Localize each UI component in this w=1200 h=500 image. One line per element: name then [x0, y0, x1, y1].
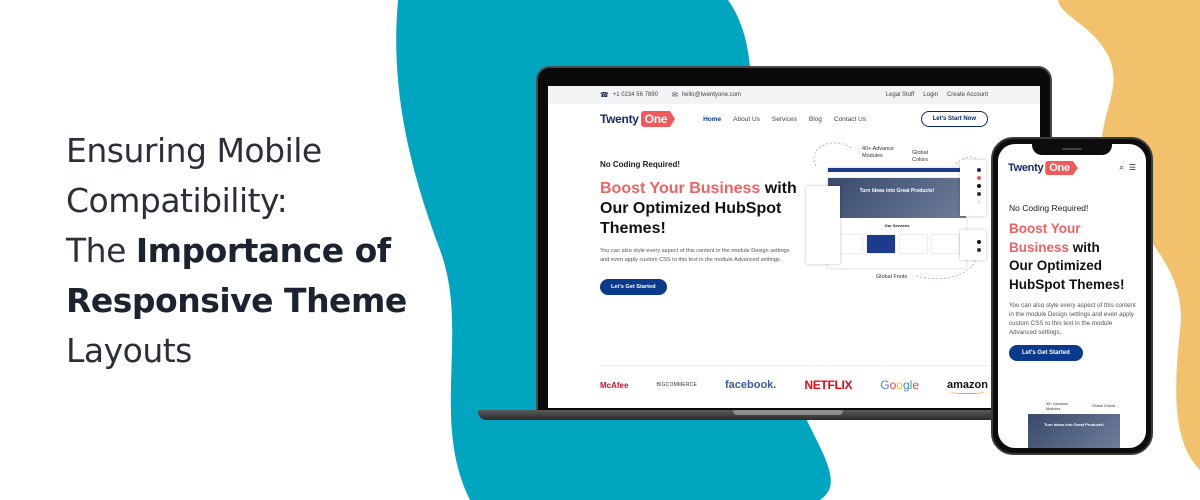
site-logo[interactable]: Twenty One	[600, 111, 676, 127]
logo-word: Twenty	[600, 112, 639, 126]
phone-hero-body: You can also style every aspect of this …	[1009, 302, 1136, 336]
phone-lets-get-started-button[interactable]: Let's Get Started	[1009, 345, 1083, 361]
preview-cards	[834, 234, 960, 254]
site-navbar: Twenty One Home About Us Services Blog C…	[548, 104, 1040, 134]
color-swatch	[977, 176, 981, 180]
laptop-notch	[733, 410, 843, 415]
hero-body: You can also style every aspect of this …	[600, 248, 790, 263]
phone-title-rest-1: with	[1069, 239, 1100, 255]
heading-line-4-bold: Responsive Theme	[66, 281, 407, 320]
preview-modules-label: 40+ Advance Modules	[862, 146, 894, 159]
phone-nav-icons: ⌕ ☰	[1119, 163, 1136, 173]
color-swatch	[977, 184, 981, 188]
topbar-links: Legal Stuff Login Create Account	[886, 92, 988, 98]
hero-title-accent: Boost Your Business	[600, 180, 761, 197]
preview-hero: Turn Ideas into Great Products!	[828, 178, 966, 218]
brand-netflix: NETFLIX	[804, 378, 853, 392]
hero-heading: Ensuring Mobile Compatibility: The Impor…	[66, 126, 426, 376]
heading-line-4: Responsive Theme	[66, 276, 426, 326]
phone-title-accent-2: Business	[1009, 239, 1070, 255]
brand-facebook: facebook.	[725, 379, 777, 391]
phone-preview-hero: Turn Ideas into Great Products!	[1028, 414, 1120, 448]
laptop-mockup: ☎ +1 0234 56 7890 ✉ hello@twentyone.com …	[478, 66, 1078, 426]
search-icon[interactable]: ⌕	[1119, 163, 1123, 173]
phone-builder-preview: 40+ Advance Modules Global Colors Turn I…	[1006, 402, 1138, 448]
preview-page: Turn Ideas into Great Products! Our Serv…	[828, 168, 966, 268]
preview-services-heading: Our Services	[884, 223, 910, 228]
phone-title-accent-1: Boost Your	[1009, 221, 1081, 236]
preview-colors-panel	[960, 160, 986, 216]
brand-logos: McAfee BIGCOMMERCE facebook. NETFLIX Goo…	[600, 365, 988, 394]
font-swatch	[977, 240, 981, 244]
phone-title-rest-2: Our Optimized HubSpot Themes!	[1009, 258, 1125, 292]
color-swatch	[977, 168, 981, 172]
brand-bigcommerce: BIGCOMMERCE	[656, 382, 697, 388]
phone-logo[interactable]: Twenty One	[1008, 161, 1078, 175]
heading-line-1: Ensuring Mobile	[66, 131, 322, 170]
heading-line-3-light: The	[66, 231, 136, 270]
builder-preview: 40+ Advance Modules Global Colors Turn I…	[806, 136, 986, 288]
phone-preview-modules-label: 40+ Advance Modules	[1046, 402, 1069, 411]
heading-line-5: Layouts	[66, 331, 192, 370]
email-icon: ✉	[671, 92, 678, 99]
nav-blog[interactable]: Blog	[809, 116, 822, 123]
laptop-screen: ☎ +1 0234 56 7890 ✉ hello@twentyone.com …	[548, 86, 1040, 408]
site-hero: No Coding Required! Boost Your Business …	[548, 134, 1040, 344]
color-swatch	[977, 200, 981, 204]
menu-icon[interactable]: ☰	[1129, 163, 1136, 173]
phone-hero-kicker: No Coding Required!	[1009, 203, 1089, 213]
heading-line-2: Compatibility:	[66, 181, 288, 220]
phone-preview-colors-label: Global Colors	[1092, 404, 1116, 408]
font-swatch	[977, 248, 981, 252]
preview-modules-panel	[806, 186, 840, 264]
preview-fonts-label: Global Fonts	[876, 274, 908, 280]
nav-links: Home About Us Services Blog Contact Us	[703, 116, 866, 123]
preview-colors-label: Global Colors	[912, 150, 928, 163]
lets-get-started-button[interactable]: Let's Get Started	[600, 279, 667, 295]
phone-notch	[1032, 144, 1112, 155]
logo-badge: One	[640, 111, 676, 127]
preview-card	[930, 234, 960, 254]
topbar-link-login[interactable]: Login	[923, 92, 938, 98]
heading-line-3: The Importance of	[66, 226, 426, 276]
nav-home[interactable]: Home	[703, 116, 721, 123]
brand-mcafee: McAfee	[600, 380, 629, 390]
phone-hero-title: Boost Your Business with Our Optimized H…	[1009, 220, 1139, 294]
nav-contact-us[interactable]: Contact Us	[834, 116, 866, 123]
lets-start-now-button[interactable]: Let's Start Now	[920, 111, 988, 127]
nav-services[interactable]: Services	[772, 116, 797, 123]
preview-card	[898, 234, 928, 254]
hero-title: Boost Your Business with Our Optimized H…	[600, 179, 810, 239]
topbar-phone-text: +1 0234 56 7890	[612, 92, 658, 98]
heading-line-3-bold: Importance of	[135, 231, 391, 270]
phone-mockup: Twenty One ⌕ ☰ No Coding Required! Boost…	[991, 137, 1153, 455]
site-topbar: ☎ +1 0234 56 7890 ✉ hello@twentyone.com …	[548, 86, 1040, 104]
topbar-link-legal[interactable]: Legal Stuff	[886, 92, 915, 98]
color-swatch	[977, 192, 981, 196]
phone-icon: ☎	[600, 92, 609, 99]
topbar-email[interactable]: ✉ hello@twentyone.com	[672, 91, 741, 99]
brand-amazon: amazon	[947, 379, 988, 394]
logo-badge: One	[1045, 161, 1078, 175]
preview-card	[866, 234, 896, 254]
topbar-link-create-account[interactable]: Create Account	[947, 92, 988, 98]
topbar-phone[interactable]: ☎ +1 0234 56 7890	[600, 91, 658, 99]
logo-word: Twenty	[1008, 162, 1044, 174]
nav-about-us[interactable]: About Us	[733, 116, 760, 123]
phone-screen: Twenty One ⌕ ☰ No Coding Required! Boost…	[998, 144, 1146, 448]
topbar-email-text: hello@twentyone.com	[681, 92, 741, 98]
brand-google: Google	[880, 378, 920, 392]
preview-fonts-panel	[960, 230, 986, 260]
